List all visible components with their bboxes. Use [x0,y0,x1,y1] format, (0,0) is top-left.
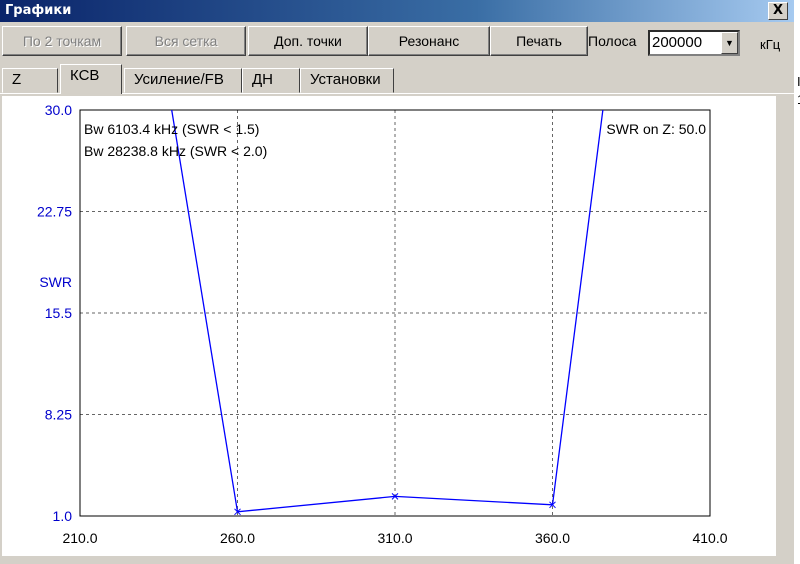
swr-chart: 210.0 260.0 310.0 360.0 410.0 1.0 8.25 15.5 22.7… [37,102,728,546]
band-label: Полоса [588,33,637,49]
y-tick-label: 8.25 [45,407,72,423]
tab-settings[interactable]: Установки [300,68,394,93]
two-points-button[interactable]: По 2 точкам [2,26,122,56]
x-tick-label: 210.0 [62,530,97,546]
band-unit: кГц [760,37,781,52]
graphs-window: Графики X По 2 точкам Вся сетка Доп. точ… [0,0,800,564]
title-bar[interactable]: Графики X [0,0,794,22]
bandwidth-annotation-2: Bw 28238.8 kHz (SWR < 2.0) [84,143,267,159]
x-tick-label: 260.0 [220,530,255,546]
window-title: Графики [5,3,72,18]
y-tick-label: 22.75 [37,204,72,220]
tab-gain-fb[interactable]: Усиление/FB [124,68,242,93]
tab-pattern[interactable]: ДН [242,68,300,93]
extra-points-button[interactable]: Доп. точки [248,26,368,56]
x-tick-label: 310.0 [377,530,412,546]
y-tick-label: 30.0 [45,102,72,118]
resonance-button[interactable]: Резонанс [368,26,490,56]
print-button[interactable]: Печать [490,26,588,56]
y-axis-label: SWR [39,274,72,290]
tab-bar: Z КСВ Усиление/FB ДН Установки [0,64,800,94]
bandwidth-annotation-1: Bw 6103.4 kHz (SWR < 1.5) [84,121,259,137]
band-select[interactable]: 200000 ▼ [648,30,740,56]
band-value: 200000 [652,34,703,51]
x-tick-label: 410.0 [692,530,727,546]
y-tick-label: 1.0 [53,508,73,524]
chevron-down-icon[interactable]: ▼ [721,32,738,54]
whole-grid-button[interactable]: Вся сетка [126,26,246,56]
chart-area: 210.0 260.0 310.0 360.0 410.0 1.0 8.25 15.5 22.7… [2,96,776,556]
tab-z[interactable]: Z [2,68,58,93]
tab-swr[interactable]: КСВ [60,64,122,94]
y-tick-label: 15.5 [45,305,72,321]
close-button[interactable]: X [768,2,788,20]
x-tick-label: 360.0 [535,530,570,546]
swr-impedance-annotation: SWR on Z: 50.0 [606,121,706,137]
